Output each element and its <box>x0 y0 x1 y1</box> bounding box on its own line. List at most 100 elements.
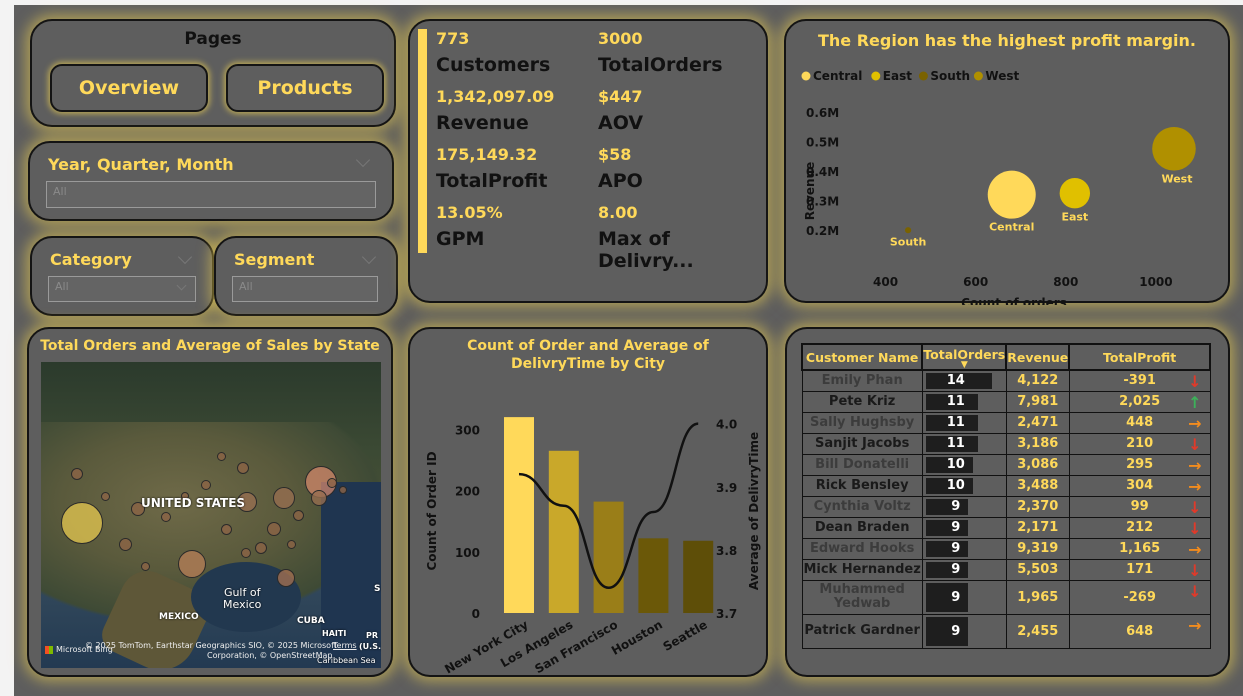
y-left-tick-label: 0 <box>472 607 480 621</box>
x-tick-label: 800 <box>1053 275 1078 289</box>
revenue-cell: 5,503 <box>1005 558 1070 581</box>
map-bubble[interactable] <box>71 468 83 480</box>
kpi-value: $58 <box>598 145 632 164</box>
total-profit-cell: 210 ↓ <box>1068 432 1211 455</box>
total-orders-cell: 11 <box>921 390 1007 413</box>
table-row[interactable]: Patrick Gardner 9 2,455 648 → <box>801 613 1211 649</box>
table-row[interactable]: Edward Hooks 9 9,319 1,165 → <box>801 537 1211 560</box>
map-bubble[interactable] <box>61 502 103 544</box>
revenue-cell: 2,471 <box>1005 411 1070 434</box>
col-header-total-profit[interactable]: TotalProfit <box>1068 343 1211 371</box>
col-header-revenue[interactable]: Revenue <box>1005 343 1071 371</box>
table-row[interactable]: Muhammed Yedwab 9 1,965 -269 ↓ <box>801 579 1211 615</box>
chevron-down-icon[interactable] <box>361 249 377 265</box>
table-row[interactable]: Pete Kriz 11 7,981 2,025 ↑ <box>801 390 1211 413</box>
revenue-cell: 1,965 <box>1005 579 1070 615</box>
total-orders-value: 10 <box>946 478 965 493</box>
kpi-value: 1,342,097.09 <box>436 87 555 106</box>
total-profit-cell: 171 ↓ <box>1068 558 1211 581</box>
kpi-label: TotalOrders <box>598 54 723 76</box>
y-right-tick-label: 3.8 <box>716 544 737 558</box>
chevron-down-icon[interactable] <box>355 152 371 168</box>
map-bubble[interactable] <box>293 510 304 521</box>
map-bubble[interactable] <box>241 548 251 558</box>
overview-page-button[interactable]: Overview <box>50 64 208 112</box>
map-bubble[interactable] <box>221 524 232 535</box>
map-bubble[interactable] <box>201 480 211 490</box>
total-profit-value: 448 <box>1126 415 1154 430</box>
total-orders-value: 11 <box>946 394 965 409</box>
map-bubble[interactable] <box>339 486 347 494</box>
customer-name-cell: Bill Donatelli <box>801 453 923 476</box>
table-row[interactable]: Dean Braden 9 2,171 212 ↓ <box>801 516 1211 539</box>
map-bubble[interactable] <box>101 492 110 501</box>
kpi-label: APO <box>598 170 643 192</box>
map-terms-link[interactable]: Terms <box>333 641 357 650</box>
map-bubble[interactable] <box>161 512 171 522</box>
x-tick-label: 400 <box>873 275 898 289</box>
table-row[interactable]: Mick Hernandez 9 5,503 171 ↓ <box>801 558 1211 581</box>
scatter-point-west[interactable] <box>1152 127 1196 171</box>
map-bubble[interactable] <box>178 550 206 578</box>
scatter-point-east[interactable] <box>1059 178 1091 209</box>
date-slicer-dropdown[interactable]: All <box>46 181 376 208</box>
legend-marker-east <box>871 71 881 81</box>
col-header-total-orders[interactable]: TotalOrders ▼ <box>921 343 1008 371</box>
map-bubble[interactable] <box>119 538 132 551</box>
x-tick-label: 600 <box>963 275 988 289</box>
region-scatter-panel: The Region has the highest profit margin… <box>784 19 1230 305</box>
state-map[interactable]: UNITED STATES Gulf of Mexico MEXICO CUBA… <box>41 362 381 668</box>
trend-flat-arrow-icon: → <box>1188 615 1202 635</box>
map-bubble[interactable] <box>311 490 327 506</box>
products-page-button[interactable]: Products <box>226 64 384 112</box>
kpi-label: AOV <box>598 112 644 134</box>
table-row[interactable]: Emily Phan 14 4,122 -391 ↓ <box>801 369 1211 392</box>
chevron-down-icon[interactable] <box>177 249 193 265</box>
map-label-haiti: HAITI <box>322 629 347 638</box>
map-bubble[interactable] <box>217 452 226 461</box>
trend-flat-arrow-icon: → <box>1188 413 1202 433</box>
bar-san-francisco[interactable] <box>593 501 624 613</box>
map-bubble[interactable] <box>255 542 267 554</box>
map-bubble[interactable] <box>287 540 296 549</box>
kpi-label: Max of Delivry... <box>598 228 694 272</box>
date-slicer: Year, Quarter, Month All <box>28 141 394 221</box>
total-profit-cell: 1,165 → <box>1068 537 1211 560</box>
legend-marker-south <box>918 71 928 81</box>
scatter-point-south[interactable] <box>904 227 912 234</box>
bar-houston[interactable] <box>638 538 669 613</box>
x-tick-label: Houston <box>609 617 665 657</box>
table-row[interactable]: Bill Donatelli 10 3,086 295 → <box>801 453 1211 476</box>
map-copyright: © 2025 TomTom, Earthstar Geographics SIO… <box>85 641 337 650</box>
total-orders-cell: 11 <box>921 411 1007 434</box>
bar-seattle[interactable] <box>683 540 714 613</box>
category-slicer-dropdown[interactable]: All <box>48 276 196 302</box>
total-orders-cell: 9 <box>921 613 1007 649</box>
customer-name-cell: Pete Kriz <box>801 390 923 413</box>
revenue-cell: 3,086 <box>1005 453 1070 476</box>
table-row[interactable]: Sanjit Jacobs 11 3,186 210 ↓ <box>801 432 1211 455</box>
customer-name-cell: Cynthia Voltz <box>801 495 923 518</box>
total-orders-cell: 10 <box>921 474 1007 497</box>
legend-label-central: Central <box>813 69 862 83</box>
table-row[interactable]: Cynthia Voltz 9 2,370 99 ↓ <box>801 495 1211 518</box>
table-row[interactable]: Rick Bensley 10 3,488 304 → <box>801 474 1211 497</box>
map-bubble[interactable] <box>327 478 337 488</box>
map-bubble[interactable] <box>237 462 249 474</box>
col-header-customer-name[interactable]: Customer Name <box>800 343 924 371</box>
window-left-strip <box>0 0 14 696</box>
bar-new-york-city[interactable] <box>504 417 534 613</box>
bar-los-angeles[interactable] <box>548 450 579 613</box>
total-orders-value: 11 <box>946 436 965 451</box>
total-profit-value: 1,165 <box>1119 541 1161 556</box>
map-bubble[interactable] <box>277 569 295 587</box>
revenue-cell: 3,186 <box>1005 432 1070 455</box>
city-combo-panel: Count of Order and Average of DelivryTim… <box>408 327 768 677</box>
map-bubble[interactable] <box>267 522 281 536</box>
trend-flat-arrow-icon: → <box>1188 476 1202 496</box>
map-bubble[interactable] <box>141 562 150 571</box>
map-bubble[interactable] <box>273 487 295 509</box>
scatter-point-central[interactable] <box>987 170 1036 219</box>
segment-slicer-dropdown[interactable]: All <box>232 276 378 302</box>
table-row[interactable]: Sally Hughsby 11 2,471 448 → <box>801 411 1211 434</box>
